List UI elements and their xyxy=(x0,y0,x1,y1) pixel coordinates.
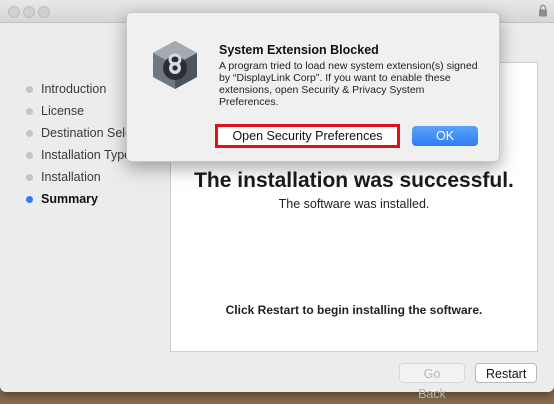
ok-button[interactable]: OK xyxy=(412,126,478,146)
step-bullet-icon xyxy=(26,152,33,159)
sidebar-item-introduction: Introduction xyxy=(26,78,132,100)
alert-message: A program tried to load new system exten… xyxy=(219,60,478,108)
zoom-window-button[interactable] xyxy=(38,6,50,18)
go-back-button: Go Back xyxy=(399,363,465,401)
sidebar-item-license: License xyxy=(26,100,132,122)
current-step-bullet-icon xyxy=(26,196,33,203)
installer-steps-sidebar: Introduction License Destination Sele In… xyxy=(26,78,132,210)
sidebar-item-installation-type: Installation Type xyxy=(26,144,132,166)
sidebar-item-label: Installation xyxy=(41,170,101,184)
restart-instruction: Click Restart to begin installing the so… xyxy=(225,303,483,317)
step-bullet-icon xyxy=(26,130,33,137)
step-bullet-icon xyxy=(26,86,33,93)
security-preferences-icon xyxy=(153,41,197,89)
sidebar-item-destination: Destination Sele xyxy=(26,122,132,144)
sidebar-item-summary: Summary xyxy=(26,188,132,210)
success-headline: The installation was successful. xyxy=(194,169,514,192)
sidebar-item-label: License xyxy=(41,104,85,118)
open-security-preferences-button[interactable]: Open Security Preferences xyxy=(215,124,400,148)
step-bullet-icon xyxy=(26,174,33,181)
step-bullet-icon xyxy=(26,108,33,115)
lock-icon xyxy=(539,4,547,17)
success-subline: The software was installed. xyxy=(278,197,430,211)
minimize-window-button[interactable] xyxy=(23,6,35,18)
restart-button[interactable]: Restart xyxy=(475,363,537,383)
sidebar-item-label: Installation Type xyxy=(41,148,132,162)
system-extension-blocked-alert: System Extension Blocked A program tried… xyxy=(126,12,500,162)
sidebar-item-label: Destination Sele xyxy=(41,126,133,140)
sidebar-item-label: Introduction xyxy=(41,82,107,96)
sidebar-item-installation: Installation xyxy=(26,166,132,188)
close-window-button[interactable] xyxy=(8,6,20,18)
alert-title: System Extension Blocked xyxy=(219,43,379,57)
sidebar-item-label: Summary xyxy=(41,192,98,206)
